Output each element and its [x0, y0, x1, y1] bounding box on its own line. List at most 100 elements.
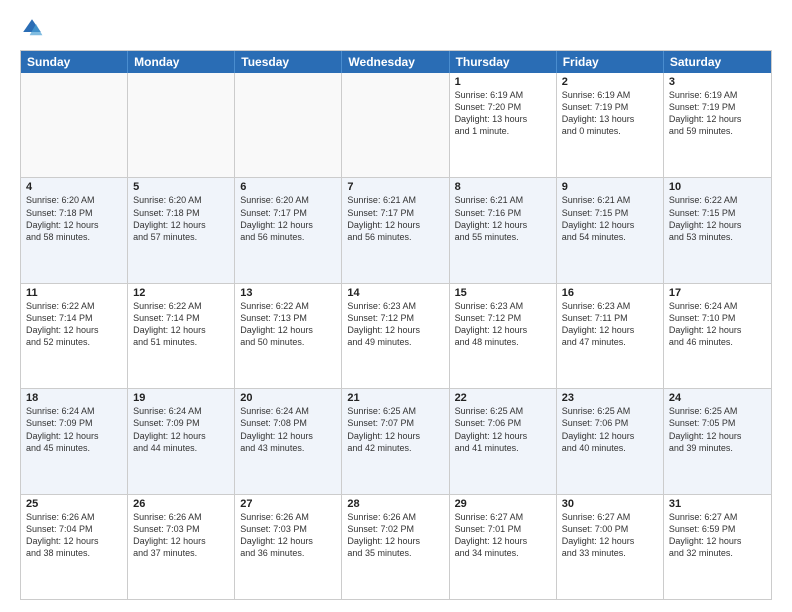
- day-number: 13: [240, 287, 336, 299]
- day-number: 4: [26, 181, 122, 193]
- day-number: 24: [669, 392, 766, 404]
- day-number: 23: [562, 392, 658, 404]
- calendar-cell-10: 10Sunrise: 6:22 AM Sunset: 7:15 PM Dayli…: [664, 178, 771, 282]
- calendar-cell-21: 21Sunrise: 6:25 AM Sunset: 7:07 PM Dayli…: [342, 389, 449, 493]
- calendar: SundayMondayTuesdayWednesdayThursdayFrid…: [20, 50, 772, 600]
- day-number: 12: [133, 287, 229, 299]
- day-info: Sunrise: 6:25 AM Sunset: 7:06 PM Dayligh…: [455, 405, 551, 454]
- day-info: Sunrise: 6:25 AM Sunset: 7:06 PM Dayligh…: [562, 405, 658, 454]
- day-number: 3: [669, 76, 766, 88]
- day-info: Sunrise: 6:27 AM Sunset: 7:00 PM Dayligh…: [562, 511, 658, 560]
- day-number: 29: [455, 498, 551, 510]
- calendar-cell-27: 27Sunrise: 6:26 AM Sunset: 7:03 PM Dayli…: [235, 495, 342, 599]
- day-number: 19: [133, 392, 229, 404]
- calendar-cell-3: 3Sunrise: 6:19 AM Sunset: 7:19 PM Daylig…: [664, 73, 771, 177]
- calendar-cell-empty-3: [342, 73, 449, 177]
- day-number: 18: [26, 392, 122, 404]
- day-info: Sunrise: 6:22 AM Sunset: 7:15 PM Dayligh…: [669, 194, 766, 243]
- day-info: Sunrise: 6:26 AM Sunset: 7:03 PM Dayligh…: [133, 511, 229, 560]
- day-info: Sunrise: 6:23 AM Sunset: 7:12 PM Dayligh…: [347, 300, 443, 349]
- day-number: 20: [240, 392, 336, 404]
- page: SundayMondayTuesdayWednesdayThursdayFrid…: [0, 0, 792, 612]
- day-number: 10: [669, 181, 766, 193]
- day-info: Sunrise: 6:27 AM Sunset: 7:01 PM Dayligh…: [455, 511, 551, 560]
- day-number: 27: [240, 498, 336, 510]
- day-info: Sunrise: 6:25 AM Sunset: 7:05 PM Dayligh…: [669, 405, 766, 454]
- calendar-cell-6: 6Sunrise: 6:20 AM Sunset: 7:17 PM Daylig…: [235, 178, 342, 282]
- calendar-cell-empty-1: [128, 73, 235, 177]
- day-info: Sunrise: 6:19 AM Sunset: 7:19 PM Dayligh…: [562, 89, 658, 138]
- day-info: Sunrise: 6:19 AM Sunset: 7:19 PM Dayligh…: [669, 89, 766, 138]
- calendar-cell-13: 13Sunrise: 6:22 AM Sunset: 7:13 PM Dayli…: [235, 284, 342, 388]
- calendar-cell-8: 8Sunrise: 6:21 AM Sunset: 7:16 PM Daylig…: [450, 178, 557, 282]
- calendar-cell-30: 30Sunrise: 6:27 AM Sunset: 7:00 PM Dayli…: [557, 495, 664, 599]
- day-info: Sunrise: 6:24 AM Sunset: 7:09 PM Dayligh…: [133, 405, 229, 454]
- day-number: 14: [347, 287, 443, 299]
- day-number: 17: [669, 287, 766, 299]
- day-info: Sunrise: 6:20 AM Sunset: 7:18 PM Dayligh…: [133, 194, 229, 243]
- calendar-cell-11: 11Sunrise: 6:22 AM Sunset: 7:14 PM Dayli…: [21, 284, 128, 388]
- day-info: Sunrise: 6:26 AM Sunset: 7:02 PM Dayligh…: [347, 511, 443, 560]
- calendar-cell-22: 22Sunrise: 6:25 AM Sunset: 7:06 PM Dayli…: [450, 389, 557, 493]
- day-number: 7: [347, 181, 443, 193]
- header-day-saturday: Saturday: [664, 51, 771, 73]
- day-info: Sunrise: 6:19 AM Sunset: 7:20 PM Dayligh…: [455, 89, 551, 138]
- calendar-cell-19: 19Sunrise: 6:24 AM Sunset: 7:09 PM Dayli…: [128, 389, 235, 493]
- calendar-cell-16: 16Sunrise: 6:23 AM Sunset: 7:11 PM Dayli…: [557, 284, 664, 388]
- day-number: 26: [133, 498, 229, 510]
- day-info: Sunrise: 6:25 AM Sunset: 7:07 PM Dayligh…: [347, 405, 443, 454]
- calendar-cell-1: 1Sunrise: 6:19 AM Sunset: 7:20 PM Daylig…: [450, 73, 557, 177]
- day-info: Sunrise: 6:24 AM Sunset: 7:08 PM Dayligh…: [240, 405, 336, 454]
- day-info: Sunrise: 6:21 AM Sunset: 7:16 PM Dayligh…: [455, 194, 551, 243]
- calendar-header: SundayMondayTuesdayWednesdayThursdayFrid…: [21, 51, 771, 73]
- day-number: 5: [133, 181, 229, 193]
- calendar-cell-29: 29Sunrise: 6:27 AM Sunset: 7:01 PM Dayli…: [450, 495, 557, 599]
- day-info: Sunrise: 6:22 AM Sunset: 7:14 PM Dayligh…: [26, 300, 122, 349]
- calendar-cell-2: 2Sunrise: 6:19 AM Sunset: 7:19 PM Daylig…: [557, 73, 664, 177]
- day-number: 25: [26, 498, 122, 510]
- day-info: Sunrise: 6:26 AM Sunset: 7:04 PM Dayligh…: [26, 511, 122, 560]
- day-info: Sunrise: 6:21 AM Sunset: 7:15 PM Dayligh…: [562, 194, 658, 243]
- logo-icon: [20, 16, 44, 40]
- day-info: Sunrise: 6:20 AM Sunset: 7:18 PM Dayligh…: [26, 194, 122, 243]
- day-number: 9: [562, 181, 658, 193]
- calendar-cell-14: 14Sunrise: 6:23 AM Sunset: 7:12 PM Dayli…: [342, 284, 449, 388]
- calendar-row-3: 11Sunrise: 6:22 AM Sunset: 7:14 PM Dayli…: [21, 284, 771, 389]
- day-number: 2: [562, 76, 658, 88]
- calendar-cell-18: 18Sunrise: 6:24 AM Sunset: 7:09 PM Dayli…: [21, 389, 128, 493]
- calendar-cell-25: 25Sunrise: 6:26 AM Sunset: 7:04 PM Dayli…: [21, 495, 128, 599]
- day-number: 1: [455, 76, 551, 88]
- day-info: Sunrise: 6:24 AM Sunset: 7:10 PM Dayligh…: [669, 300, 766, 349]
- header-day-thursday: Thursday: [450, 51, 557, 73]
- calendar-cell-empty-2: [235, 73, 342, 177]
- day-info: Sunrise: 6:27 AM Sunset: 6:59 PM Dayligh…: [669, 511, 766, 560]
- day-info: Sunrise: 6:26 AM Sunset: 7:03 PM Dayligh…: [240, 511, 336, 560]
- day-info: Sunrise: 6:20 AM Sunset: 7:17 PM Dayligh…: [240, 194, 336, 243]
- header: [20, 16, 772, 40]
- day-info: Sunrise: 6:24 AM Sunset: 7:09 PM Dayligh…: [26, 405, 122, 454]
- calendar-body: 1Sunrise: 6:19 AM Sunset: 7:20 PM Daylig…: [21, 73, 771, 599]
- calendar-cell-12: 12Sunrise: 6:22 AM Sunset: 7:14 PM Dayli…: [128, 284, 235, 388]
- calendar-cell-26: 26Sunrise: 6:26 AM Sunset: 7:03 PM Dayli…: [128, 495, 235, 599]
- calendar-cell-17: 17Sunrise: 6:24 AM Sunset: 7:10 PM Dayli…: [664, 284, 771, 388]
- day-info: Sunrise: 6:23 AM Sunset: 7:11 PM Dayligh…: [562, 300, 658, 349]
- header-day-tuesday: Tuesday: [235, 51, 342, 73]
- day-number: 22: [455, 392, 551, 404]
- calendar-cell-4: 4Sunrise: 6:20 AM Sunset: 7:18 PM Daylig…: [21, 178, 128, 282]
- header-day-friday: Friday: [557, 51, 664, 73]
- header-day-sunday: Sunday: [21, 51, 128, 73]
- calendar-cell-28: 28Sunrise: 6:26 AM Sunset: 7:02 PM Dayli…: [342, 495, 449, 599]
- calendar-cell-20: 20Sunrise: 6:24 AM Sunset: 7:08 PM Dayli…: [235, 389, 342, 493]
- day-number: 15: [455, 287, 551, 299]
- header-day-wednesday: Wednesday: [342, 51, 449, 73]
- calendar-row-2: 4Sunrise: 6:20 AM Sunset: 7:18 PM Daylig…: [21, 178, 771, 283]
- day-info: Sunrise: 6:23 AM Sunset: 7:12 PM Dayligh…: [455, 300, 551, 349]
- calendar-cell-15: 15Sunrise: 6:23 AM Sunset: 7:12 PM Dayli…: [450, 284, 557, 388]
- day-number: 21: [347, 392, 443, 404]
- day-number: 28: [347, 498, 443, 510]
- calendar-cell-7: 7Sunrise: 6:21 AM Sunset: 7:17 PM Daylig…: [342, 178, 449, 282]
- header-day-monday: Monday: [128, 51, 235, 73]
- calendar-cell-9: 9Sunrise: 6:21 AM Sunset: 7:15 PM Daylig…: [557, 178, 664, 282]
- logo: [20, 16, 48, 40]
- day-info: Sunrise: 6:22 AM Sunset: 7:14 PM Dayligh…: [133, 300, 229, 349]
